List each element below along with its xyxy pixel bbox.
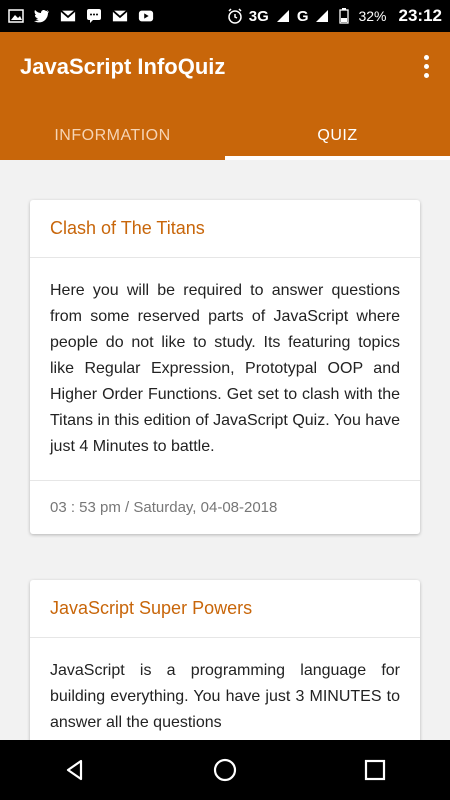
alarm-icon: [227, 8, 243, 24]
image-icon: [8, 8, 24, 24]
messenger-icon: [86, 8, 102, 24]
app-title: JavaScript InfoQuiz: [20, 54, 226, 79]
quiz-card-description: Here you will be required to answer ques…: [50, 282, 400, 455]
network-type: 3G: [248, 7, 269, 25]
quiz-card-title: Clash of The Titans: [30, 200, 420, 258]
quiz-card-description: JavaScript is a programming language for…: [50, 662, 400, 731]
quiz-card[interactable]: Clash of The Titans Here you will be req…: [30, 200, 420, 534]
status-bar: 3G G 32% 23:12: [0, 0, 450, 32]
gmail-icon: [112, 8, 128, 24]
youtube-icon: [138, 8, 154, 24]
signal-icon: [275, 8, 291, 24]
home-icon[interactable]: [205, 750, 245, 790]
battery-icon: [336, 8, 352, 24]
quiz-card-timestamp: 03 : 53 pm / Saturday, 04-08-2018: [30, 480, 420, 534]
tab-information[interactable]: INFORMATION: [0, 112, 225, 160]
app-bar: JavaScript InfoQuiz INFORMATION QUIZ: [0, 32, 450, 160]
overflow-menu-icon[interactable]: [414, 52, 438, 80]
quiz-list[interactable]: Clash of The Titans Here you will be req…: [0, 160, 450, 740]
tab-quiz[interactable]: QUIZ: [225, 112, 450, 160]
network-type-2: G: [296, 7, 309, 25]
battery-percent: 32%: [358, 8, 387, 24]
navigation-bar: [0, 740, 450, 800]
quiz-card[interactable]: JavaScript Super Powers JavaScript is a …: [30, 580, 420, 740]
signal-icon: [314, 8, 330, 24]
clock: 23:12: [398, 6, 442, 25]
back-icon[interactable]: [55, 750, 95, 790]
gmail-icon: [60, 8, 76, 24]
tab-bar: INFORMATION QUIZ: [0, 112, 450, 160]
recents-icon[interactable]: [355, 750, 395, 790]
twitter-icon: [34, 8, 50, 24]
quiz-card-title: JavaScript Super Powers: [30, 580, 420, 638]
